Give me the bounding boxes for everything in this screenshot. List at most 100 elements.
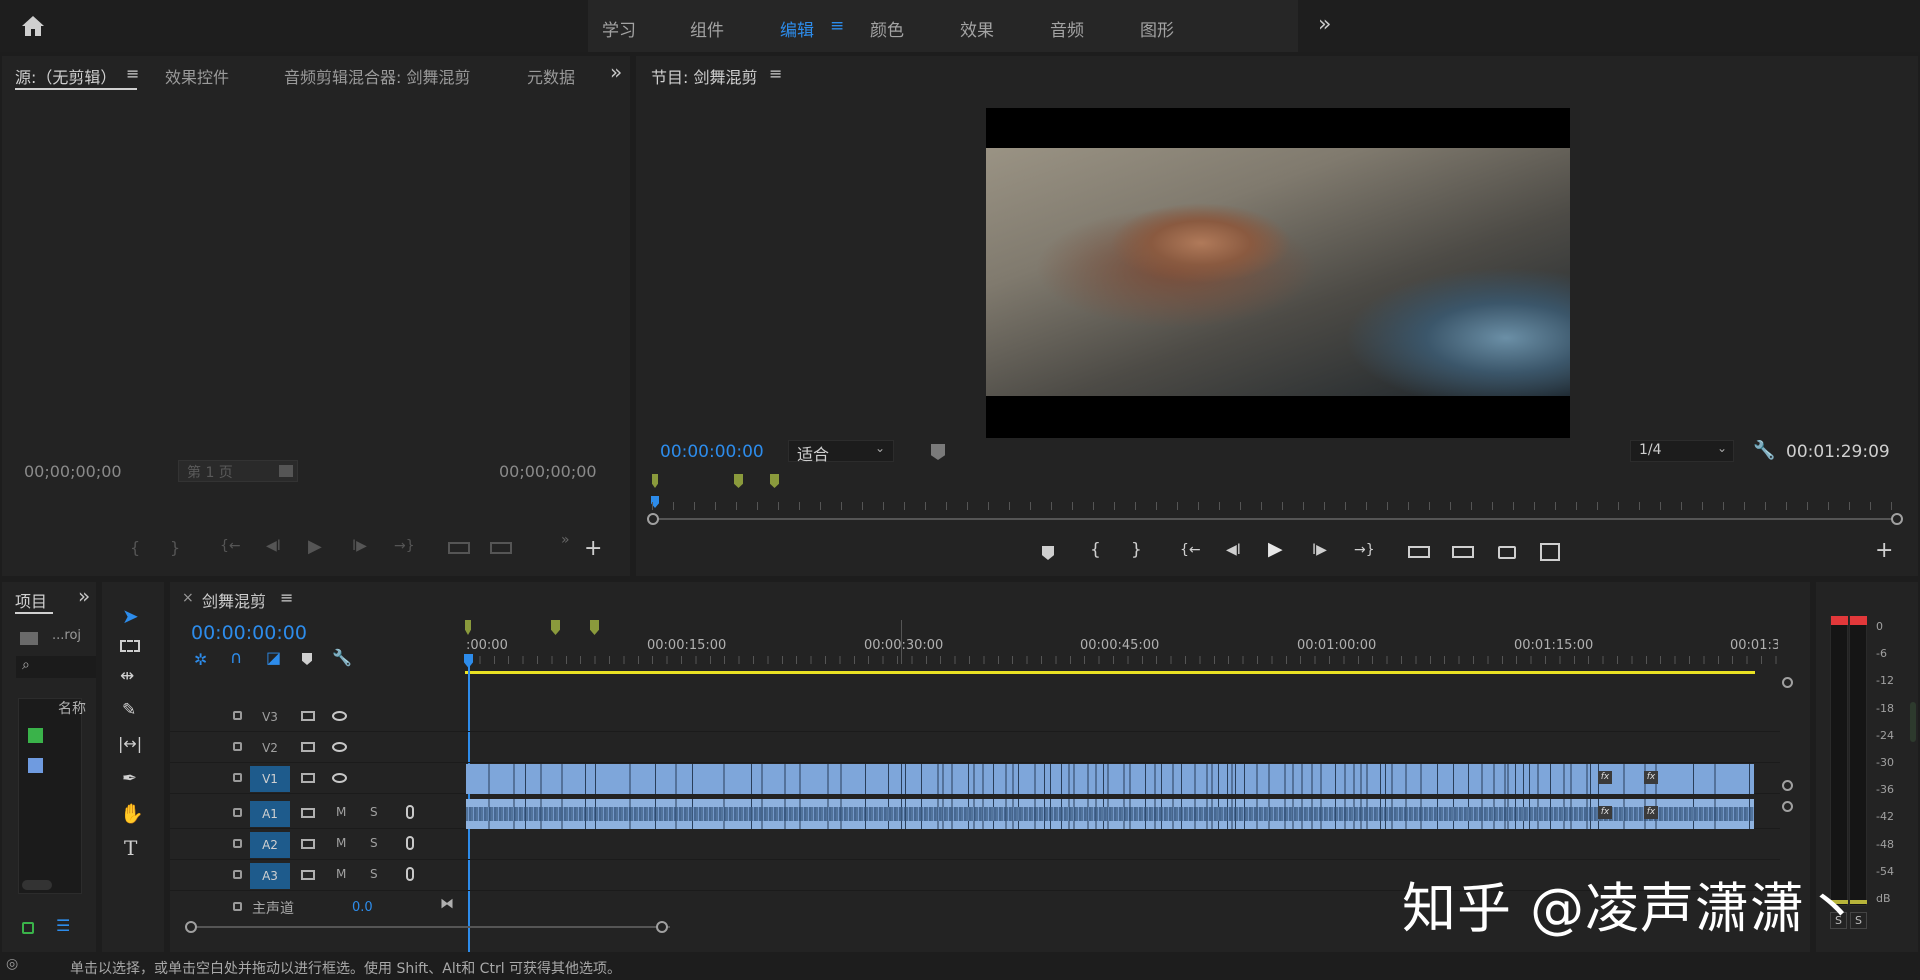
track-select-tool-icon[interactable] <box>120 640 140 652</box>
program-marker[interactable] <box>770 474 779 488</box>
project-column-name[interactable]: 名称 <box>58 698 86 718</box>
tab-effects[interactable]: 效果 <box>960 16 994 41</box>
close-icon[interactable]: × <box>182 590 194 606</box>
mark-out-button[interactable]: } <box>1131 540 1142 560</box>
status-sync-icon[interactable]: ◎ <box>6 956 18 972</box>
timeline-settings-wrench-icon[interactable]: 🔧 <box>332 648 352 667</box>
solo-button[interactable]: S <box>370 836 378 850</box>
fx-badge[interactable]: fx <box>1598 806 1612 819</box>
track-label[interactable]: A2 <box>250 832 290 858</box>
extract-button[interactable] <box>1452 546 1474 558</box>
mute-button[interactable]: M <box>336 805 346 819</box>
program-fit-select[interactable]: 适合 ⌄ <box>788 440 894 464</box>
mute-button[interactable]: M <box>336 867 346 881</box>
source-mark-in-button[interactable]: { <box>130 538 140 557</box>
go-to-out-button[interactable]: →} <box>1354 542 1375 558</box>
tab-audio-clip-mixer[interactable]: 音频剪辑混合器: 剑舞混剪 <box>284 64 470 88</box>
program-add-button-icon[interactable]: + <box>1875 538 1893 563</box>
master-track-collapse-icon[interactable]: ⧓ <box>440 896 454 912</box>
tab-editing-menu-icon[interactable]: ≡ <box>830 16 844 36</box>
track-label[interactable]: A3 <box>250 863 290 889</box>
compare-view-icon[interactable] <box>1540 543 1560 561</box>
track-row-v1[interactable]: V1 fx fx <box>170 764 1780 794</box>
timeline-marker[interactable] <box>465 620 471 635</box>
track-row-a1[interactable]: A1 M Sfx fx <box>170 799 1780 829</box>
program-resolution-select[interactable]: 1/4 ⌄ <box>1630 440 1734 462</box>
program-current-timecode[interactable]: 00:00:00:00 <box>660 442 764 462</box>
solo-button[interactable]: S <box>370 867 378 881</box>
program-title[interactable]: 节目: 剑舞混剪 <box>651 64 757 88</box>
type-tool-icon[interactable]: T <box>124 836 137 860</box>
eye-icon[interactable] <box>332 773 347 783</box>
source-overwrite-button[interactable] <box>490 542 512 554</box>
tab-metadata[interactable]: 元数据 <box>527 64 575 88</box>
step-back-button[interactable]: ◀I <box>1226 542 1241 558</box>
list-view-icon[interactable]: ☰ <box>56 916 70 935</box>
eye-icon[interactable] <box>332 711 347 721</box>
timeline-marker[interactable] <box>590 620 599 635</box>
sync-lock-icon[interactable] <box>301 808 315 818</box>
source-page-select[interactable]: 第 1 页 <box>178 460 298 482</box>
track-label[interactable]: V1 <box>250 766 290 792</box>
track-row-a2[interactable]: A2 M S <box>170 830 1780 860</box>
source-controls-overflow-icon[interactable]: » <box>561 532 570 548</box>
home-button[interactable] <box>18 12 48 40</box>
timeline-add-marker-icon[interactable] <box>302 653 312 665</box>
track-label[interactable]: A1 <box>250 801 290 827</box>
sync-lock-icon[interactable] <box>301 773 315 783</box>
lock-icon[interactable] <box>22 922 34 934</box>
microphone-icon[interactable] <box>406 836 414 850</box>
track-label[interactable]: V3 <box>250 704 290 730</box>
timeline-timecode[interactable]: 00:00:00:00 <box>191 622 307 644</box>
program-marker[interactable] <box>652 474 658 488</box>
fx-badge[interactable]: fx <box>1644 806 1658 819</box>
nest-toggle-icon[interactable]: ✲ <box>194 650 207 669</box>
sync-lock-icon[interactable] <box>301 742 315 752</box>
meter-scroll-handle[interactable] <box>1910 702 1916 742</box>
track-row-v3[interactable]: V3 <box>170 702 1780 732</box>
ripple-edit-tool-icon[interactable]: ⇹ <box>120 666 134 686</box>
tab-graphics[interactable]: 图形 <box>1140 16 1174 41</box>
tab-learn[interactable]: 学习 <box>602 16 636 41</box>
project-scrollbar[interactable] <box>22 880 52 890</box>
source-timecode-right[interactable]: 00;00;00;00 <box>499 462 597 481</box>
source-insert-button[interactable] <box>448 542 470 554</box>
source-go-to-in-button[interactable]: {← <box>220 538 241 554</box>
source-add-button-icon[interactable]: + <box>584 536 602 561</box>
fx-badge[interactable]: fx <box>1598 771 1612 784</box>
tab-project[interactable]: 项目 <box>15 588 47 612</box>
project-search-input[interactable]: ⌕ <box>16 656 96 678</box>
microphone-icon[interactable] <box>406 805 414 819</box>
lock-icon[interactable] <box>233 870 242 879</box>
timeline-hscroll-right[interactable] <box>656 921 668 933</box>
timeline-hscroll-left[interactable] <box>185 921 197 933</box>
project-item-color-green[interactable] <box>28 728 43 743</box>
lock-icon[interactable] <box>233 902 242 911</box>
pen-tool-icon[interactable]: ✒ <box>122 768 137 789</box>
track-row-v2[interactable]: V2 <box>170 733 1780 763</box>
sequence-menu-icon[interactable]: ≡ <box>280 588 293 607</box>
source-play-button[interactable]: ▶ <box>308 536 322 557</box>
source-step-forward-button[interactable]: I▶ <box>352 538 367 554</box>
source-go-to-out-button[interactable]: →} <box>394 538 415 554</box>
master-track-value[interactable]: 0.0 <box>352 900 373 915</box>
video-clip-strip[interactable]: fx fx <box>466 764 1754 794</box>
timeline-ruler-ticks[interactable] <box>465 656 1778 664</box>
lift-button[interactable] <box>1408 546 1430 558</box>
tab-editing[interactable]: 编辑 <box>780 16 814 41</box>
microphone-icon[interactable] <box>406 867 414 881</box>
tab-audio[interactable]: 音频 <box>1050 16 1084 41</box>
timeline-hscroll-bar[interactable] <box>192 926 670 928</box>
camera-icon[interactable] <box>1498 546 1516 559</box>
program-zoom-handle-right[interactable] <box>1891 513 1903 525</box>
eye-icon[interactable] <box>332 742 347 752</box>
tab-source[interactable]: 源:（无剪辑） <box>15 64 116 88</box>
lock-icon[interactable] <box>233 711 242 720</box>
project-item-color-blue[interactable] <box>28 758 43 773</box>
sync-lock-icon[interactable] <box>301 839 315 849</box>
timeline-marker[interactable] <box>551 620 560 635</box>
program-marker-button[interactable] <box>931 444 945 460</box>
source-timecode-left[interactable]: 00;00;00;00 <box>24 462 122 481</box>
lock-icon[interactable] <box>233 808 242 817</box>
source-overflow-icon[interactable]: » <box>610 60 622 84</box>
